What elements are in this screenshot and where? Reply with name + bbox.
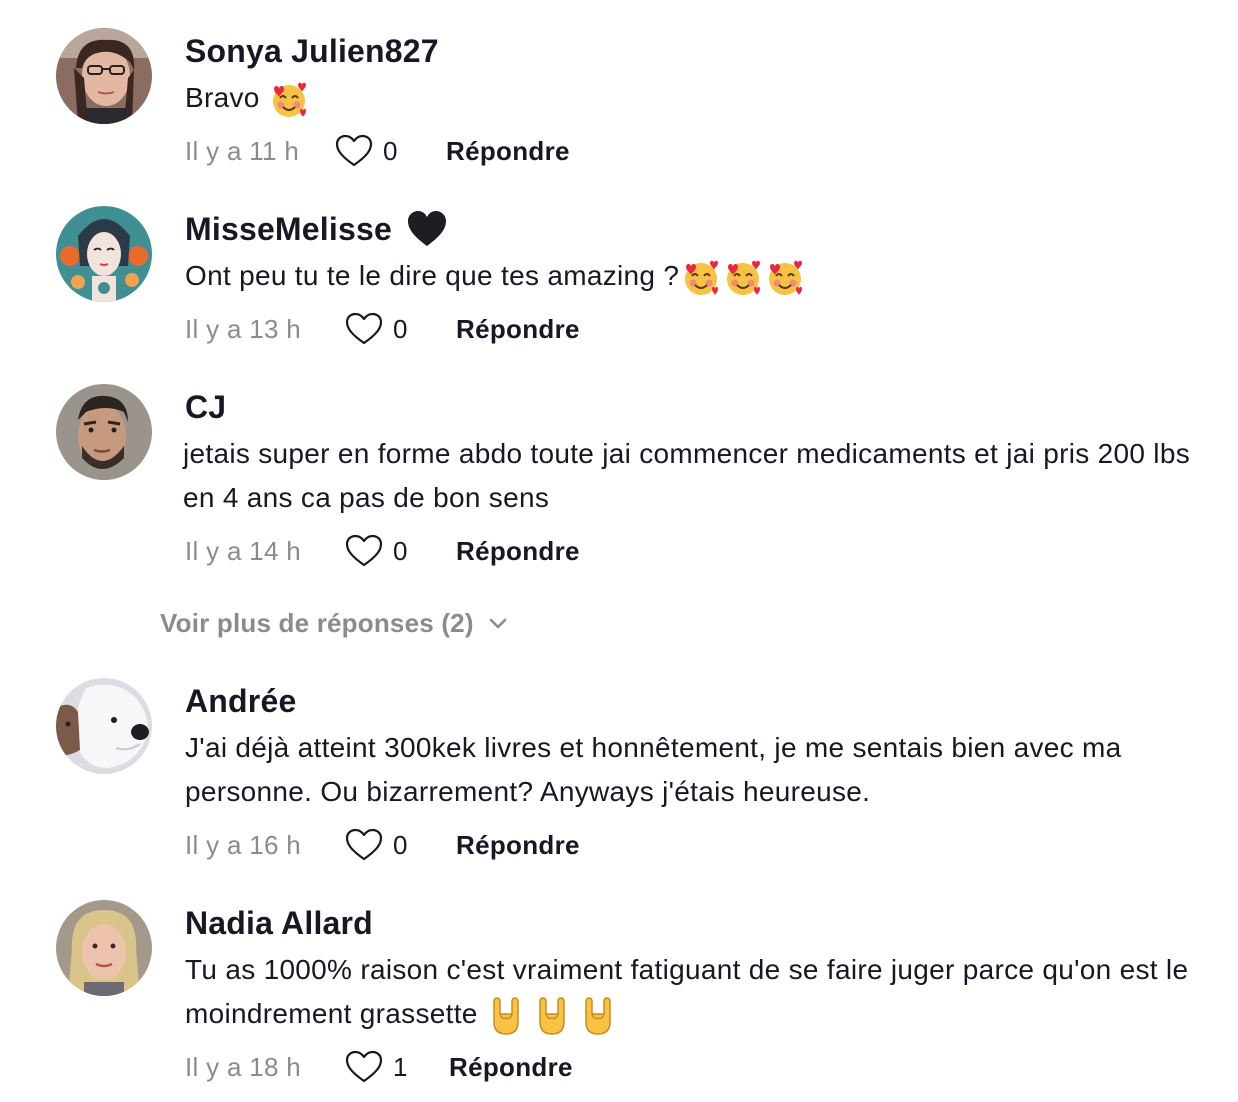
like-count: 1 (393, 1051, 408, 1082)
username[interactable]: Nadia Allard (185, 904, 1208, 942)
view-more-replies-button[interactable]: Voir plus de réponses (2) (160, 608, 508, 639)
comment-timestamp: Il y a 14 h (185, 535, 302, 566)
avatar[interactable] (56, 384, 152, 480)
reply-button[interactable]: Répondre (456, 536, 580, 567)
like-button[interactable]: 0 (345, 312, 456, 346)
comment-timestamp: Il y a 13 h (185, 313, 302, 344)
reply-button[interactable]: Répondre (446, 136, 570, 167)
comment-text: Ont peu tu te le dire que tes amazing ? (185, 254, 1208, 298)
username[interactable]: Sonya Julien827 (185, 32, 1208, 70)
heart-outline-icon (345, 828, 383, 861)
username[interactable]: MisseMelisse (185, 210, 1208, 248)
reply-button[interactable]: Répondre (449, 1052, 573, 1083)
smiling-face-with-hearts-icon (723, 259, 763, 297)
like-button[interactable]: 0 (345, 534, 456, 568)
comment-text: J'ai déjà atteint 300kek livres et honnê… (185, 732, 1122, 807)
smiling-face-with-hearts-icon (270, 81, 308, 119)
view-more-replies-label: Voir plus de réponses (2) (160, 608, 474, 638)
sign-of-the-horns-icon (534, 996, 570, 1036)
sign-of-the-horns-icon (488, 996, 524, 1036)
comment-timestamp: Il y a 16 h (185, 829, 302, 860)
heart-outline-icon (345, 312, 383, 345)
heart-outline-icon (345, 1050, 383, 1083)
avatar[interactable] (56, 206, 152, 302)
username[interactable]: Andrée (185, 682, 1208, 720)
comment-timestamp: Il y a 18 h (185, 1051, 302, 1082)
like-count: 0 (383, 135, 398, 166)
avatar[interactable] (56, 28, 152, 124)
comment-text: jetais super en forme abdo toute jai com… (183, 438, 1190, 513)
comment-text: Tu as 1000% raison c'est vraiment fatigu… (185, 948, 1208, 1036)
comment-timestamp: Il y a 11 h (185, 135, 300, 166)
avatar[interactable] (56, 900, 152, 996)
like-count: 0 (393, 313, 408, 344)
smiling-face-with-hearts-icon (681, 259, 721, 297)
reply-button[interactable]: Répondre (456, 830, 580, 861)
chevron-down-icon (489, 618, 507, 628)
like-count: 0 (393, 535, 408, 566)
like-button[interactable]: 0 (335, 134, 446, 168)
heart-outline-icon (345, 534, 383, 567)
avatar[interactable] (56, 678, 152, 774)
like-count: 0 (393, 829, 408, 860)
like-button[interactable]: 0 (345, 828, 456, 862)
reply-button[interactable]: Répondre (456, 314, 580, 345)
smiling-face-with-hearts-icon (765, 259, 805, 297)
sign-of-the-horns-icon (580, 996, 616, 1036)
comment-text: Bravo (185, 76, 1208, 120)
like-button[interactable]: 1 (345, 1050, 449, 1084)
username[interactable]: CJ (185, 388, 1208, 426)
heart-outline-icon (335, 134, 373, 167)
black-heart-icon (406, 210, 448, 248)
